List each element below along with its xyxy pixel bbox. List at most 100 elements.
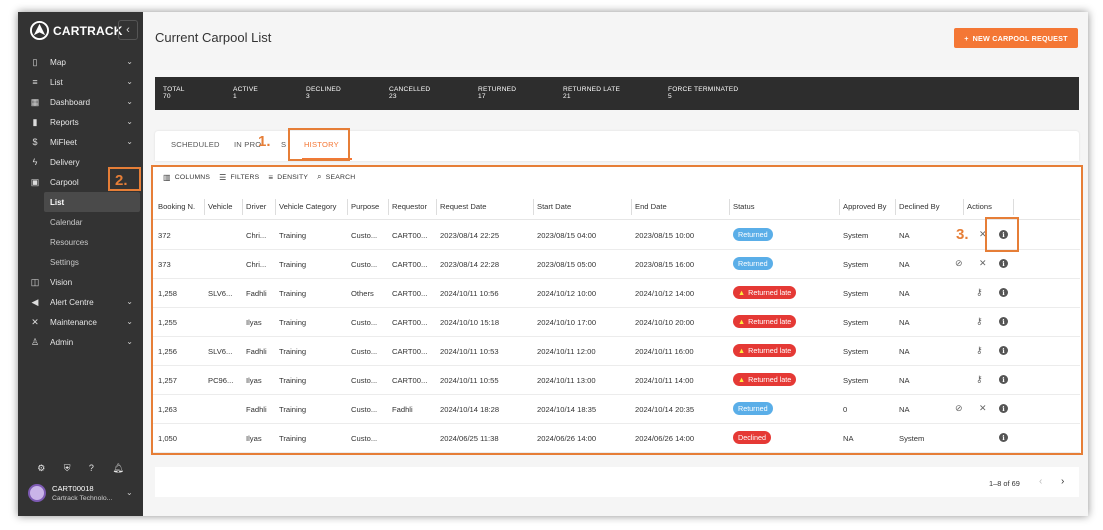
carpool-sub-item-list[interactable]: List xyxy=(44,192,140,212)
user-profile[interactable]: CART00018 Cartrack Technolo... xyxy=(28,484,112,502)
vision-icon: ◫ xyxy=(30,276,40,287)
cell-approved-by: System xyxy=(843,347,869,356)
cell-end: 2024/10/10 20:00 xyxy=(635,318,695,327)
column-separator[interactable] xyxy=(963,199,964,215)
status-badge: Returned xyxy=(733,402,773,415)
info-icon[interactable]: i xyxy=(999,288,1008,297)
next-page-icon[interactable]: › xyxy=(1061,476,1064,487)
chevron-down-icon[interactable]: ⌄ xyxy=(126,488,133,497)
column-separator[interactable] xyxy=(275,199,276,215)
approve-check-icon[interactable]: ⊘ xyxy=(955,403,963,414)
table-row[interactable]: 1,258 SLV6... Fadhli Training Others CART00..… xyxy=(153,279,1080,308)
table-row[interactable]: 1,263 Fadhli Training Custo... Fadhli 2024/10… xyxy=(153,395,1080,424)
column-header-booking-n[interactable]: Booking N. xyxy=(158,202,195,211)
carpool-sub-item-settings[interactable]: Settings xyxy=(18,252,143,272)
cell-category: Training xyxy=(279,289,307,298)
stat-label: FORCE TERMINATED xyxy=(668,86,739,93)
logo[interactable]: CARTRACK xyxy=(30,21,123,40)
column-separator[interactable] xyxy=(631,199,632,215)
cell-start: 2024/10/14 18:35 xyxy=(537,405,597,414)
column-separator[interactable] xyxy=(204,199,205,215)
carpool-table: ▥ COLUMNS ☰ FILTERS ≡ DENSITY ⌕ SEARCH B… xyxy=(151,165,1083,455)
column-separator[interactable] xyxy=(388,199,389,215)
table-row[interactable]: 1,255 Ilyas Training Custo... CART00... 2024/… xyxy=(153,308,1080,337)
info-icon[interactable]: i xyxy=(999,346,1008,355)
cell-driver: Ilyas xyxy=(246,434,262,443)
density-button[interactable]: ≡ DENSITY xyxy=(268,172,308,182)
shield-icon[interactable]: ⛨ xyxy=(64,463,71,474)
column-separator[interactable] xyxy=(729,199,730,215)
dashboard-icon: ▦ xyxy=(30,96,40,107)
sidebar-item-mifleet[interactable]: $ MiFleet ⌄ xyxy=(18,132,143,152)
column-separator[interactable] xyxy=(839,199,840,215)
column-separator[interactable] xyxy=(1013,199,1014,215)
info-icon[interactable]: i xyxy=(999,259,1008,268)
column-header-status[interactable]: Status xyxy=(733,202,755,211)
cell-driver: Fadhli xyxy=(246,289,267,298)
carpool-sub-item-calendar[interactable]: Calendar xyxy=(18,212,143,232)
column-header-declined-by[interactable]: Declined By xyxy=(899,202,940,211)
column-separator[interactable] xyxy=(533,199,534,215)
column-header-vehicle[interactable]: Vehicle xyxy=(208,202,233,211)
sidebar-item-vision[interactable]: ◫ Vision xyxy=(18,272,143,292)
table-row[interactable]: 373 Chri... Training Custo... CART00... 2023/… xyxy=(153,250,1080,279)
table-row[interactable]: 372 Chri... Training Custo... CART00... 2023/… xyxy=(153,221,1080,250)
column-header-requestor[interactable]: Requestor xyxy=(392,202,427,211)
info-icon[interactable]: i xyxy=(999,433,1008,442)
stat-returned: RETURNED 17 xyxy=(478,86,516,100)
bell-icon[interactable]: 🔔︎ xyxy=(112,463,123,474)
column-header-approved-by[interactable]: Approved By xyxy=(843,202,886,211)
stat-label: DECLINED xyxy=(306,86,341,93)
approve-check-icon[interactable]: ⊘ xyxy=(955,258,963,269)
sidebar-item-list[interactable]: ≡ List ⌄ xyxy=(18,72,143,92)
sidebar-item-label: Delivery xyxy=(50,157,80,167)
column-header-start-date[interactable]: Start Date xyxy=(537,202,571,211)
settings-icon[interactable]: ⚙ xyxy=(37,463,45,474)
info-icon[interactable]: i xyxy=(999,375,1008,384)
search-button[interactable]: ⌕ SEARCH xyxy=(317,172,355,182)
close-icon[interactable]: ✕ xyxy=(979,403,987,414)
sidebar-item-admin[interactable]: ♙ Admin ⌄ xyxy=(18,332,143,352)
collapse-sidebar-button[interactable]: ‹ xyxy=(118,20,138,40)
table-row[interactable]: 1,050 Ilyas Training Custo... 2024/06/25 11:… xyxy=(153,424,1080,453)
stat-total: TOTAL 70 xyxy=(163,86,185,100)
stat-value: 21 xyxy=(563,93,571,100)
info-icon[interactable]: i xyxy=(999,404,1008,413)
table-row[interactable]: 1,257 PC96... Ilyas Training Custo... CART00.… xyxy=(153,366,1080,395)
column-header-actions[interactable]: Actions xyxy=(967,202,992,211)
column-header-vehicle-category[interactable]: Vehicle Category xyxy=(279,202,336,211)
prev-page-icon[interactable]: ‹ xyxy=(1039,476,1042,487)
cell-request-date: 2024/10/10 15:18 xyxy=(440,318,500,327)
column-separator[interactable] xyxy=(895,199,896,215)
carpool-sub-item-resources[interactable]: Resources xyxy=(18,232,143,252)
column-header-driver[interactable]: Driver xyxy=(246,202,266,211)
cell-declined-by: NA xyxy=(899,318,910,327)
key-icon[interactable]: ⚷ xyxy=(976,345,983,356)
main-content: Current Carpool List + NEW CARPOOL REQUE… xyxy=(143,12,1088,516)
column-separator[interactable] xyxy=(436,199,437,215)
close-icon[interactable]: ✕ xyxy=(979,258,987,269)
key-icon[interactable]: ⚷ xyxy=(976,287,983,298)
help-icon[interactable]: ? xyxy=(89,463,94,473)
filters-button[interactable]: ☰ FILTERS xyxy=(219,172,259,182)
key-icon[interactable]: ⚷ xyxy=(976,316,983,327)
column-header-end-date[interactable]: End Date xyxy=(635,202,667,211)
sidebar-item-dashboard[interactable]: ▦ Dashboard ⌄ xyxy=(18,92,143,112)
cell-request-date: 2024/10/11 10:56 xyxy=(440,289,499,298)
sidebar-item-reports[interactable]: ▮ Reports ⌄ xyxy=(18,112,143,132)
column-header-request-date[interactable]: Request Date xyxy=(440,202,486,211)
column-separator[interactable] xyxy=(347,199,348,215)
column-separator[interactable] xyxy=(242,199,243,215)
table-row[interactable]: 1,256 SLV6... Fadhli Training Custo... CART00… xyxy=(153,337,1080,366)
new-carpool-request-label: NEW CARPOOL REQUEST xyxy=(972,33,1068,43)
tab-scheduled[interactable]: SCHEDULED xyxy=(171,140,220,149)
columns-button[interactable]: ▥ COLUMNS xyxy=(163,172,210,182)
sidebar-item-map[interactable]: ▯ Map ⌄ xyxy=(18,52,143,72)
info-icon[interactable]: i xyxy=(999,317,1008,326)
key-icon[interactable]: ⚷ xyxy=(976,374,983,385)
new-carpool-request-button[interactable]: + NEW CARPOOL REQUEST xyxy=(954,28,1078,48)
cell-booking: 373 xyxy=(158,260,171,269)
column-header-purpose[interactable]: Purpose xyxy=(351,202,379,211)
sidebar-item-alert-centre[interactable]: ◀ Alert Centre ⌄ xyxy=(18,292,143,312)
sidebar-item-maintenance[interactable]: ✕ Maintenance ⌄ xyxy=(18,312,143,332)
